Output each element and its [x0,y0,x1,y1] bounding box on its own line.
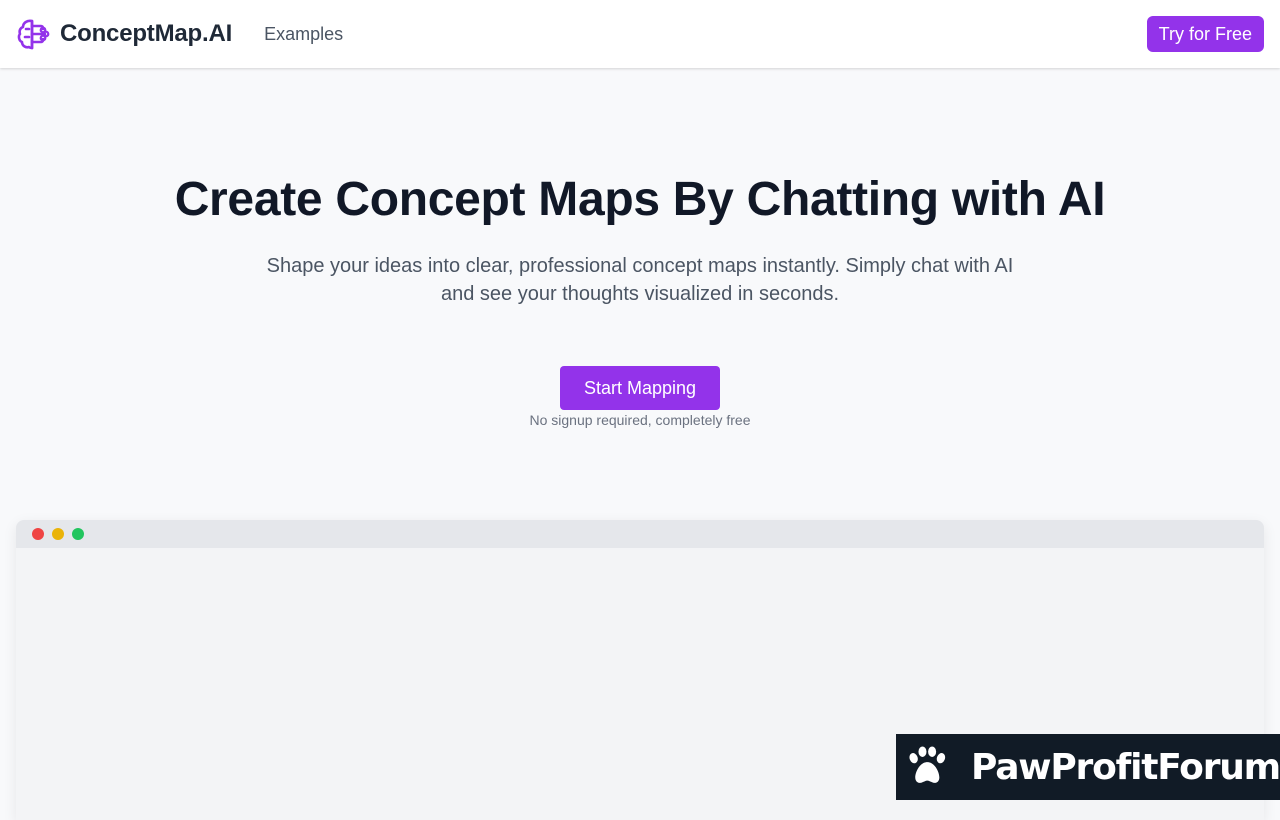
hero-title: Create Concept Maps By Chatting with AI [174,173,1106,226]
window-maximize-dot [72,528,84,540]
watermark-text: PawProfitForum [970,746,1280,788]
try-for-free-button[interactable]: Try for Free [1146,16,1264,52]
paw-icon [909,746,946,783]
preview-title-bar [16,520,1264,548]
nav-examples-link[interactable]: Examples [264,24,343,45]
top-navbar: ConceptMap.AI Examples Try for Free [0,0,1280,68]
brand-link[interactable]: ConceptMap.AI [16,17,232,51]
window-minimize-dot [52,528,64,540]
hero-note: No signup required, completely free [529,412,751,428]
hero-section: Create Concept Maps By Chatting with AI … [0,68,1280,428]
watermark-banner: PawProfitForum [896,734,1280,800]
start-mapping-button[interactable]: Start Mapping [560,366,720,410]
window-close-dot [32,528,44,540]
brain-icon [17,19,50,50]
brand-name: ConceptMap.AI [60,20,233,47]
hero-subtitle: Shape your ideas into clear, professiona… [266,255,1014,305]
